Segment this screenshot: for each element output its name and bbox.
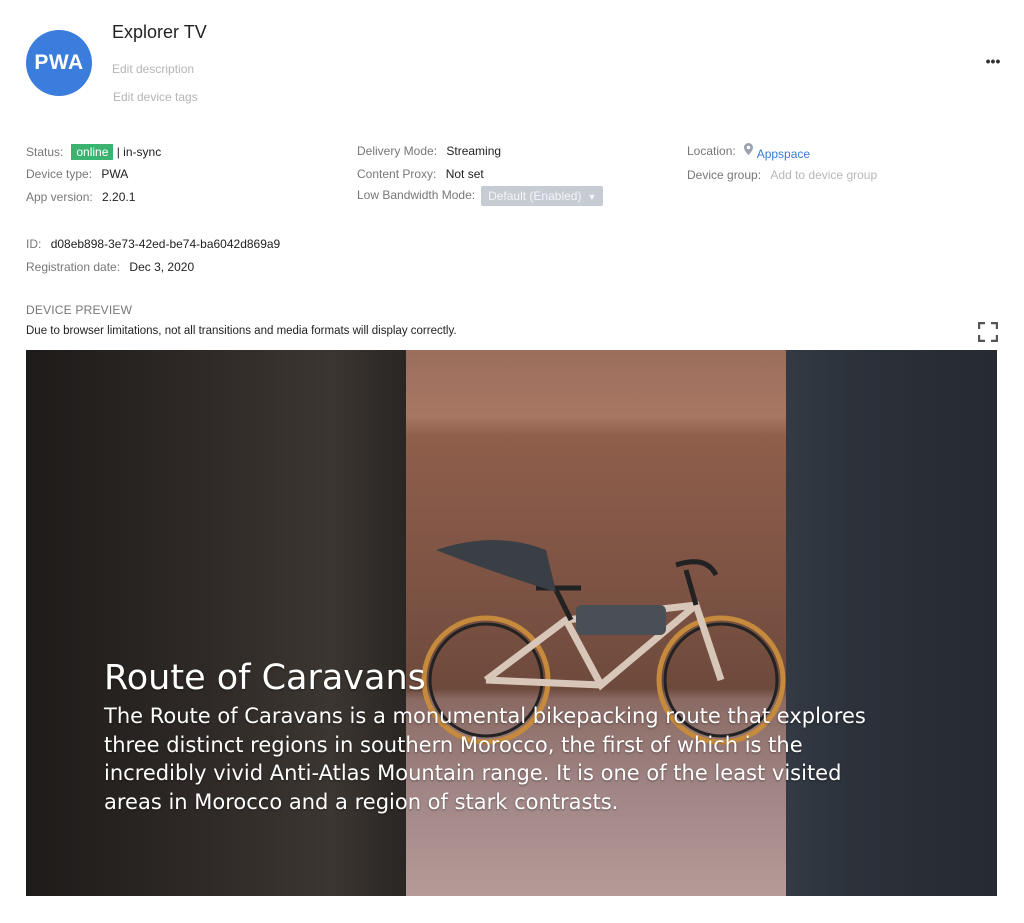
low-bandwidth-row: Low Bandwidth Mode: Default (Enabled) ▼ [357, 186, 604, 206]
content-proxy-label: Content Proxy: [357, 167, 437, 181]
delivery-mode-row: Delivery Mode: Streaming [357, 144, 501, 158]
registration-label: Registration date: [26, 260, 121, 274]
device-type-row: Device type: PWA [26, 167, 128, 181]
device-group-label: Device group: [687, 168, 762, 182]
device-group-row: Device group: Add to device group [687, 168, 877, 182]
more-options-icon[interactable]: ••• [985, 54, 1001, 72]
status-badge: online [71, 144, 114, 160]
edit-device-tags-link[interactable]: Edit device tags [113, 90, 198, 104]
browser-limitation-notice: Due to browser limitations, not all tran… [26, 325, 457, 337]
location-pin-icon [743, 143, 753, 158]
registration-row: Registration date: Dec 3, 2020 [26, 260, 194, 274]
app-version-label: App version: [26, 190, 93, 204]
device-preview-frame: Route of Caravans The Route of Caravans … [26, 350, 997, 896]
app-version-value: 2.20.1 [102, 190, 136, 204]
slide-text-overlay: Route of Caravans The Route of Caravans … [104, 656, 904, 816]
content-proxy-row: Content Proxy: Not set [357, 167, 484, 181]
low-bandwidth-label: Low Bandwidth Mode: [357, 188, 476, 203]
device-avatar: PWA [26, 30, 92, 96]
sync-status: | in-sync [116, 145, 162, 159]
low-bandwidth-dropdown[interactable]: Default (Enabled) ▼ [481, 186, 604, 206]
edit-description-link[interactable]: Edit description [112, 62, 194, 76]
status-row: Status: online | in-sync [26, 144, 161, 160]
slide-title: Route of Caravans [104, 658, 426, 698]
location-label: Location: [687, 144, 736, 158]
device-type-label: Device type: [26, 167, 93, 181]
location-link[interactable]: Appspace [757, 147, 810, 161]
chevron-down-icon: ▼ [587, 192, 597, 202]
slide-body: The Route of Caravans is a monumental bi… [104, 704, 866, 814]
registration-value: Dec 3, 2020 [129, 260, 195, 274]
id-row: ID: d08eb898-3e73-42ed-be74-ba6042d869a9 [26, 237, 280, 251]
location-row: Location: Appspace [687, 143, 810, 161]
content-proxy-value: Not set [445, 167, 484, 181]
id-value: d08eb898-3e73-42ed-be74-ba6042d869a9 [50, 237, 281, 251]
id-label: ID: [26, 237, 42, 251]
device-name[interactable]: Explorer TV [112, 22, 207, 43]
delivery-mode-label: Delivery Mode: [357, 144, 438, 158]
delivery-mode-value: Streaming [446, 144, 502, 158]
app-version-row: App version: 2.20.1 [26, 190, 135, 204]
status-label: Status: [26, 145, 64, 159]
fullscreen-icon[interactable] [977, 321, 999, 343]
device-type-value: PWA [101, 167, 129, 181]
device-preview-heading: DEVICE PREVIEW [26, 303, 133, 317]
add-device-group-link[interactable]: Add to device group [770, 168, 877, 182]
low-bandwidth-value: Default (Enabled) [488, 189, 582, 203]
